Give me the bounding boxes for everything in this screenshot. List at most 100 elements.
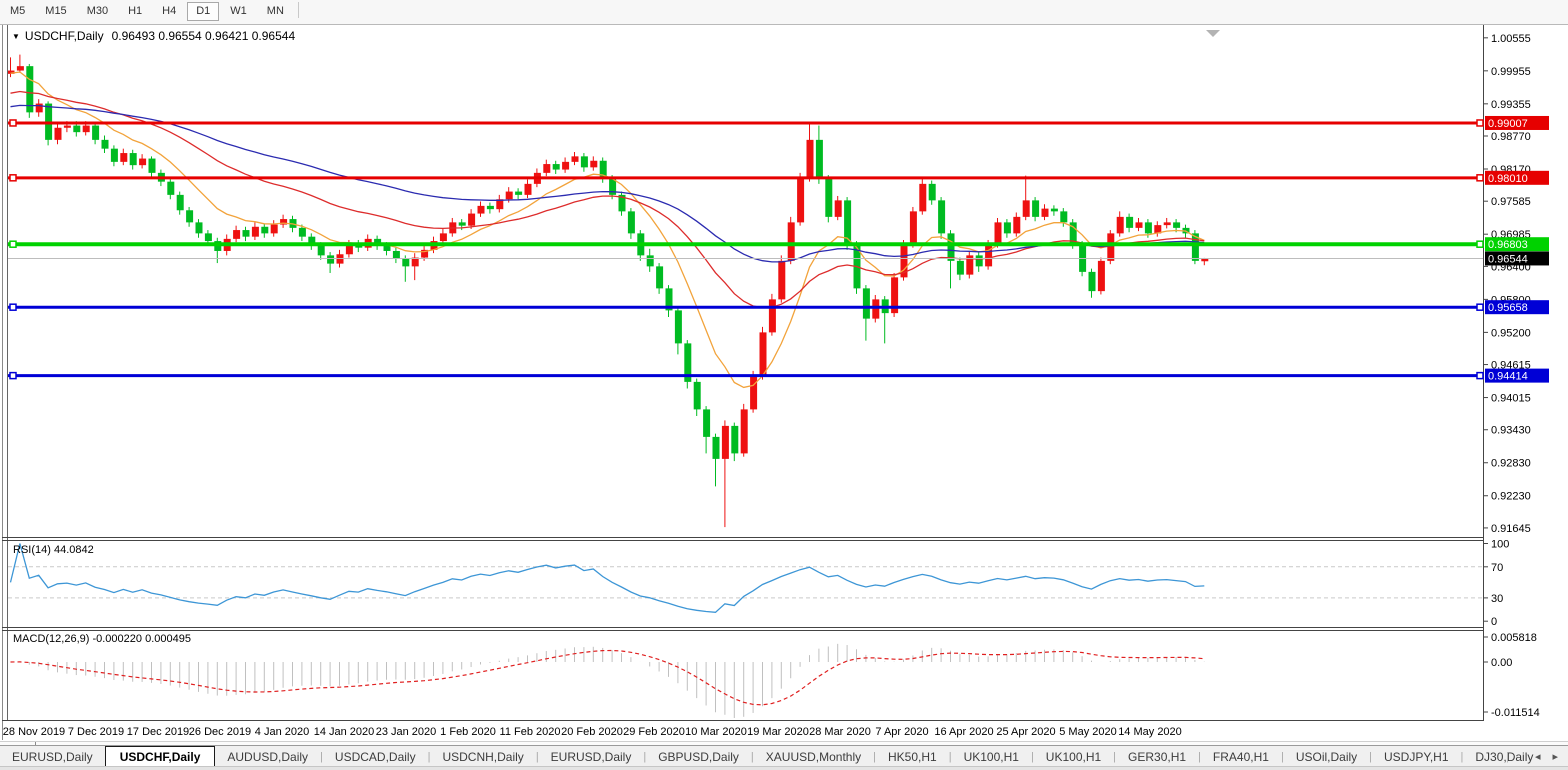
candle bbox=[515, 192, 522, 195]
candle bbox=[562, 162, 569, 170]
hline-price-badge-text: 0.96803 bbox=[1488, 239, 1528, 251]
candle bbox=[139, 159, 146, 166]
timeframe-toolbar: M5M15M30H1H4D1W1MN bbox=[0, 0, 1568, 25]
chart-tab-usoil-daily[interactable]: USOil,Daily bbox=[1284, 747, 1369, 767]
date-tick-label: 16 Apr 2020 bbox=[934, 726, 993, 738]
chart-tab-uk100-h1[interactable]: UK100,H1 bbox=[952, 747, 1031, 767]
window-bottom-edge bbox=[0, 766, 1568, 770]
chart-canvas[interactable]: 1.005550.999550.993550.987700.981700.975… bbox=[0, 0, 1568, 770]
candle bbox=[468, 214, 475, 226]
candle bbox=[318, 245, 325, 255]
date-tick-label: 20 Feb 2020 bbox=[561, 726, 623, 738]
candle bbox=[929, 184, 936, 201]
timeframe-button-h1[interactable]: H1 bbox=[119, 2, 151, 21]
price-tick-label: 0.91645 bbox=[1491, 523, 1531, 535]
candle bbox=[1164, 222, 1171, 225]
chart-tab-usdcad-daily[interactable]: USDCAD,Daily bbox=[323, 747, 428, 767]
rsi-scale-label: 70 bbox=[1491, 562, 1503, 574]
candle bbox=[1117, 217, 1124, 234]
macd-pane: 0.0058180.00-0.011514 bbox=[11, 632, 1540, 719]
candle bbox=[1060, 211, 1067, 222]
candle bbox=[590, 161, 597, 168]
price-tick-label: 0.94015 bbox=[1491, 393, 1531, 405]
candle bbox=[1126, 217, 1133, 228]
chart-tab-eurusd-daily[interactable]: EURUSD,Daily bbox=[539, 747, 644, 767]
price-tick-label: 1.00555 bbox=[1491, 33, 1531, 45]
macd-scale-label: 0.00 bbox=[1491, 657, 1512, 669]
chart-tab-fra40-h1[interactable]: FRA40,H1 bbox=[1201, 747, 1281, 767]
timeframe-button-m15[interactable]: M15 bbox=[36, 2, 75, 21]
chart-tab-xauusd-monthly[interactable]: XAUUSD,Monthly bbox=[754, 747, 873, 767]
price-tick-label: 0.99355 bbox=[1491, 99, 1531, 111]
hline-handle bbox=[1477, 175, 1483, 181]
price-tick-label: 0.99955 bbox=[1491, 66, 1531, 78]
price-tick-label: 0.92230 bbox=[1491, 491, 1531, 503]
chart-tab-usdjpy-h1[interactable]: USDJPY,H1 bbox=[1372, 747, 1460, 767]
timeframe-button-mn[interactable]: MN bbox=[258, 2, 293, 21]
hline-price-badge-text: 0.99007 bbox=[1488, 118, 1528, 130]
candle bbox=[1107, 233, 1114, 261]
candle bbox=[1023, 200, 1030, 217]
candle bbox=[261, 227, 268, 234]
candle bbox=[196, 222, 203, 233]
candle bbox=[1098, 261, 1105, 291]
candle bbox=[186, 210, 193, 222]
candle bbox=[36, 104, 43, 113]
candle bbox=[64, 126, 71, 128]
candle bbox=[647, 255, 654, 266]
timeframe-button-h4[interactable]: H4 bbox=[153, 2, 185, 21]
hline-handle bbox=[1477, 241, 1483, 247]
ma-fast bbox=[11, 72, 1205, 387]
rsi-scale-label: 0 bbox=[1491, 616, 1497, 628]
candle bbox=[1013, 217, 1020, 234]
chart-tab-eurusd-daily[interactable]: EURUSD,Daily bbox=[0, 747, 105, 767]
candle bbox=[506, 192, 513, 200]
candle bbox=[384, 245, 391, 251]
chart-shift-marker-icon[interactable] bbox=[1206, 30, 1220, 37]
candle bbox=[1032, 200, 1039, 217]
timeframe-button-d1[interactable]: D1 bbox=[187, 2, 219, 21]
candle bbox=[572, 156, 579, 162]
tab-scroll-right-icon[interactable]: ▸ bbox=[1552, 751, 1558, 763]
candle bbox=[995, 222, 1002, 244]
date-tick-label: 14 Jan 2020 bbox=[314, 726, 375, 738]
hline-price-badge-text: 0.94414 bbox=[1488, 371, 1528, 383]
chart-tab-uk100-h1[interactable]: UK100,H1 bbox=[1034, 747, 1113, 767]
date-axis: 28 Nov 20197 Dec 201917 Dec 201926 Dec 2… bbox=[3, 726, 1182, 738]
candle bbox=[741, 409, 748, 453]
candle bbox=[976, 255, 983, 266]
chart-tab-hk50-h1[interactable]: HK50,H1 bbox=[876, 747, 949, 767]
hline-handle bbox=[1477, 304, 1483, 310]
date-tick-label: 28 Mar 2020 bbox=[809, 726, 871, 738]
price-tick-label: 0.95200 bbox=[1491, 327, 1531, 339]
candle bbox=[553, 164, 560, 170]
candle bbox=[205, 233, 212, 241]
timeframe-button-m5[interactable]: M5 bbox=[1, 2, 34, 21]
candle bbox=[73, 126, 80, 133]
chart-tab-gbpusd-daily[interactable]: GBPUSD,Daily bbox=[646, 747, 751, 767]
hline-handle[interactable] bbox=[10, 120, 16, 126]
timeframe-button-w1[interactable]: W1 bbox=[221, 2, 256, 21]
tab-scroll-arrows: |◂▸ bbox=[1506, 750, 1558, 763]
chart-tab-usdcnh-daily[interactable]: USDCNH,Daily bbox=[430, 747, 535, 767]
hline-handle bbox=[1477, 120, 1483, 126]
price-axis: 1.005550.999550.993550.987700.981700.975… bbox=[1483, 33, 1531, 535]
chart-tab-audusd-daily[interactable]: AUDUSD,Daily bbox=[215, 747, 320, 767]
symbol-dropdown-icon[interactable]: ▼ bbox=[12, 32, 20, 41]
chart-tab-usdchf-daily[interactable]: USDCHF,Daily bbox=[105, 746, 216, 767]
candle bbox=[55, 128, 62, 140]
hline-handle[interactable] bbox=[10, 241, 16, 247]
candle bbox=[1173, 222, 1180, 228]
chart-tab-ger30-h1[interactable]: GER30,H1 bbox=[1116, 747, 1198, 767]
date-tick-label: 7 Dec 2019 bbox=[68, 726, 124, 738]
date-tick-label: 26 Dec 2019 bbox=[189, 726, 251, 738]
hline-handle[interactable] bbox=[10, 373, 16, 379]
hline-handle[interactable] bbox=[10, 304, 16, 310]
timeframe-button-m30[interactable]: M30 bbox=[78, 2, 117, 21]
candle bbox=[120, 153, 127, 162]
tab-scroll-left-icon[interactable]: ◂ bbox=[1535, 751, 1541, 763]
hline-handle[interactable] bbox=[10, 175, 16, 181]
macd-indicator-label: MACD(12,26,9) -0.000220 0.000495 bbox=[13, 633, 191, 645]
chart-tab-bar: EURUSD,DailyUSDCHF,DailyAUDUSD,Daily|USD… bbox=[0, 745, 1568, 767]
price-tick-label: 0.93430 bbox=[1491, 425, 1531, 437]
